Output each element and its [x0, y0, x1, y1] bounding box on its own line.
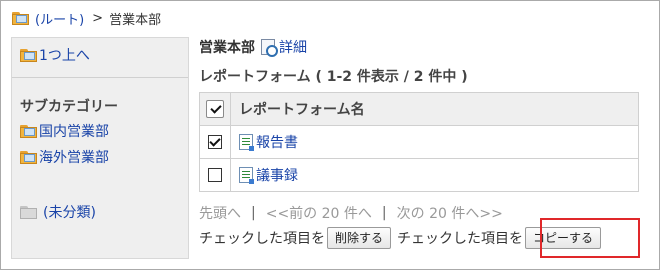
- report-form-link[interactable]: 報告書: [256, 135, 298, 151]
- sidebar: 1つ上へ サブカテゴリー 国内営業部 海外営業部 (未分類): [11, 37, 189, 259]
- folder-icon: [20, 124, 37, 138]
- table-header-row: レポートフォーム名: [199, 92, 639, 126]
- report-form-icon: [239, 134, 254, 151]
- folder-gray-icon: [20, 205, 37, 219]
- pager: 先頭へ | <<前の 20 件へ | 次の 20 件へ>>: [199, 203, 503, 223]
- magnifier-detail-icon[interactable]: [261, 39, 278, 57]
- sidebar-item-domestic-sales[interactable]: 国内営業部: [20, 121, 109, 141]
- sidebar-item-overseas-sales[interactable]: 海外営業部: [20, 147, 109, 167]
- sidebar-divider: [12, 77, 188, 78]
- sidebar-item-label: (未分類): [43, 205, 96, 221]
- row-checkbox-cell: [199, 158, 231, 192]
- category-title: 営業本部: [199, 40, 255, 56]
- table-row: 議事録: [199, 158, 639, 192]
- category-title-row: 営業本部 詳細: [199, 36, 307, 58]
- pager-next: 次の 20 件へ>>: [396, 206, 503, 222]
- folder-up-icon: [20, 48, 37, 62]
- report-form-table: レポートフォーム名 報告書 議事録: [199, 92, 639, 192]
- pager-separator: |: [251, 205, 256, 221]
- sidebar-item-label: 海外営業部: [39, 150, 109, 166]
- copy-button[interactable]: コピーする: [525, 227, 602, 249]
- checked-items-label: チェックした項目を: [199, 231, 325, 247]
- report-form-icon: [239, 167, 254, 184]
- bulk-actions: チェックした項目を 削除する チェックした項目を コピーする: [199, 227, 607, 249]
- breadcrumb-separator: >: [92, 10, 104, 26]
- sidebar-up-link[interactable]: 1つ上へ: [20, 45, 90, 65]
- table-row: 報告書: [199, 125, 639, 159]
- row-name-cell: 議事録: [230, 158, 639, 192]
- select-all-checkbox-icon[interactable]: [206, 100, 224, 118]
- sidebar-up-label: 1つ上へ: [39, 48, 90, 64]
- detail-link[interactable]: 詳細: [279, 37, 307, 57]
- folder-icon: [12, 11, 29, 25]
- select-all-cell: [199, 92, 231, 126]
- column-header-name: レポートフォーム名: [230, 92, 639, 126]
- row-checkbox[interactable]: [208, 168, 222, 182]
- report-form-count-title: レポートフォーム ( 1-2 件表示 / 2 件中 ): [199, 69, 468, 85]
- breadcrumb: (ルート) > 営業本部: [12, 8, 161, 28]
- subcategory-heading: サブカテゴリー: [20, 99, 118, 115]
- pager-prev: <<前の 20 件へ: [265, 206, 372, 222]
- row-checkbox-cell: [199, 125, 231, 159]
- sidebar-item-label: 国内営業部: [39, 124, 109, 140]
- breadcrumb-current: 営業本部: [109, 12, 162, 28]
- sidebar-item-uncategorized[interactable]: (未分類): [20, 202, 96, 222]
- row-checkbox[interactable]: [208, 135, 222, 149]
- folder-icon: [20, 150, 37, 164]
- pager-separator: |: [381, 205, 387, 221]
- report-form-link[interactable]: 議事録: [256, 168, 298, 184]
- pager-first: 先頭へ: [199, 206, 241, 222]
- breadcrumb-root-link[interactable]: (ルート): [35, 9, 84, 28]
- row-name-cell: 報告書: [230, 125, 639, 159]
- delete-button[interactable]: 削除する: [327, 227, 392, 249]
- checked-items-label: チェックした項目を: [397, 231, 524, 247]
